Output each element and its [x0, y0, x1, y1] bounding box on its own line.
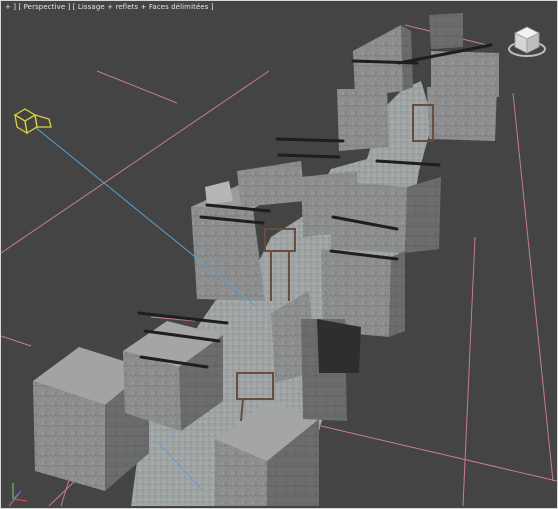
viewport-perspective[interactable]: + ] [ Perspective ] [ Lissage + reflets … — [0, 0, 558, 509]
axis-tripod-icon — [12, 483, 28, 502]
viewport-menu-plus[interactable]: + ] — [5, 3, 16, 11]
viewport-label: + ] [ Perspective ] [ Lissage + reflets … — [5, 3, 214, 11]
scene-geometry[interactable] — [1, 1, 557, 508]
viewport-shading-mode[interactable]: [ Lissage + reflets + Faces délimitées ] — [73, 3, 214, 11]
camera-object-icon[interactable] — [13, 105, 53, 139]
viewcube-icon[interactable] — [507, 21, 547, 61]
viewport-view-name[interactable]: [ Perspective ] — [18, 3, 70, 11]
